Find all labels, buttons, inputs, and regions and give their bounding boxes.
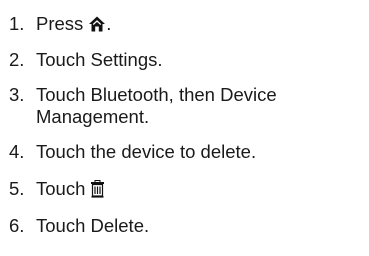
step-text: Touch the device to delete. — [36, 141, 257, 162]
step-number: 2. — [9, 49, 25, 70]
step-number: 3. — [9, 84, 25, 105]
step-1: 1. Press . — [9, 13, 111, 35]
step-5: 5. Touch — [9, 178, 105, 200]
step-text: Touch Delete. — [36, 215, 150, 236]
step-suffix: . — [106, 13, 112, 34]
step-text-line-2: Management. — [36, 106, 150, 127]
step-text: Touch — [36, 178, 86, 199]
step-3: 3. Touch Bluetooth, then Device Manageme… — [9, 84, 277, 128]
step-text: Touch Settings. — [36, 49, 163, 70]
step-number: 5. — [9, 178, 25, 199]
step-4: 4. Touch the device to delete. — [9, 141, 256, 163]
step-6: 6. Touch Delete. — [9, 215, 149, 237]
home-icon — [88, 15, 106, 33]
step-number: 1. — [9, 13, 25, 34]
trash-icon — [90, 180, 105, 198]
step-number: 6. — [9, 215, 25, 236]
step-number: 4. — [9, 141, 25, 162]
step-text: Press — [36, 13, 84, 34]
step-2: 2. Touch Settings. — [9, 49, 163, 71]
step-text-line-1: Touch Bluetooth, then Device — [36, 84, 277, 105]
